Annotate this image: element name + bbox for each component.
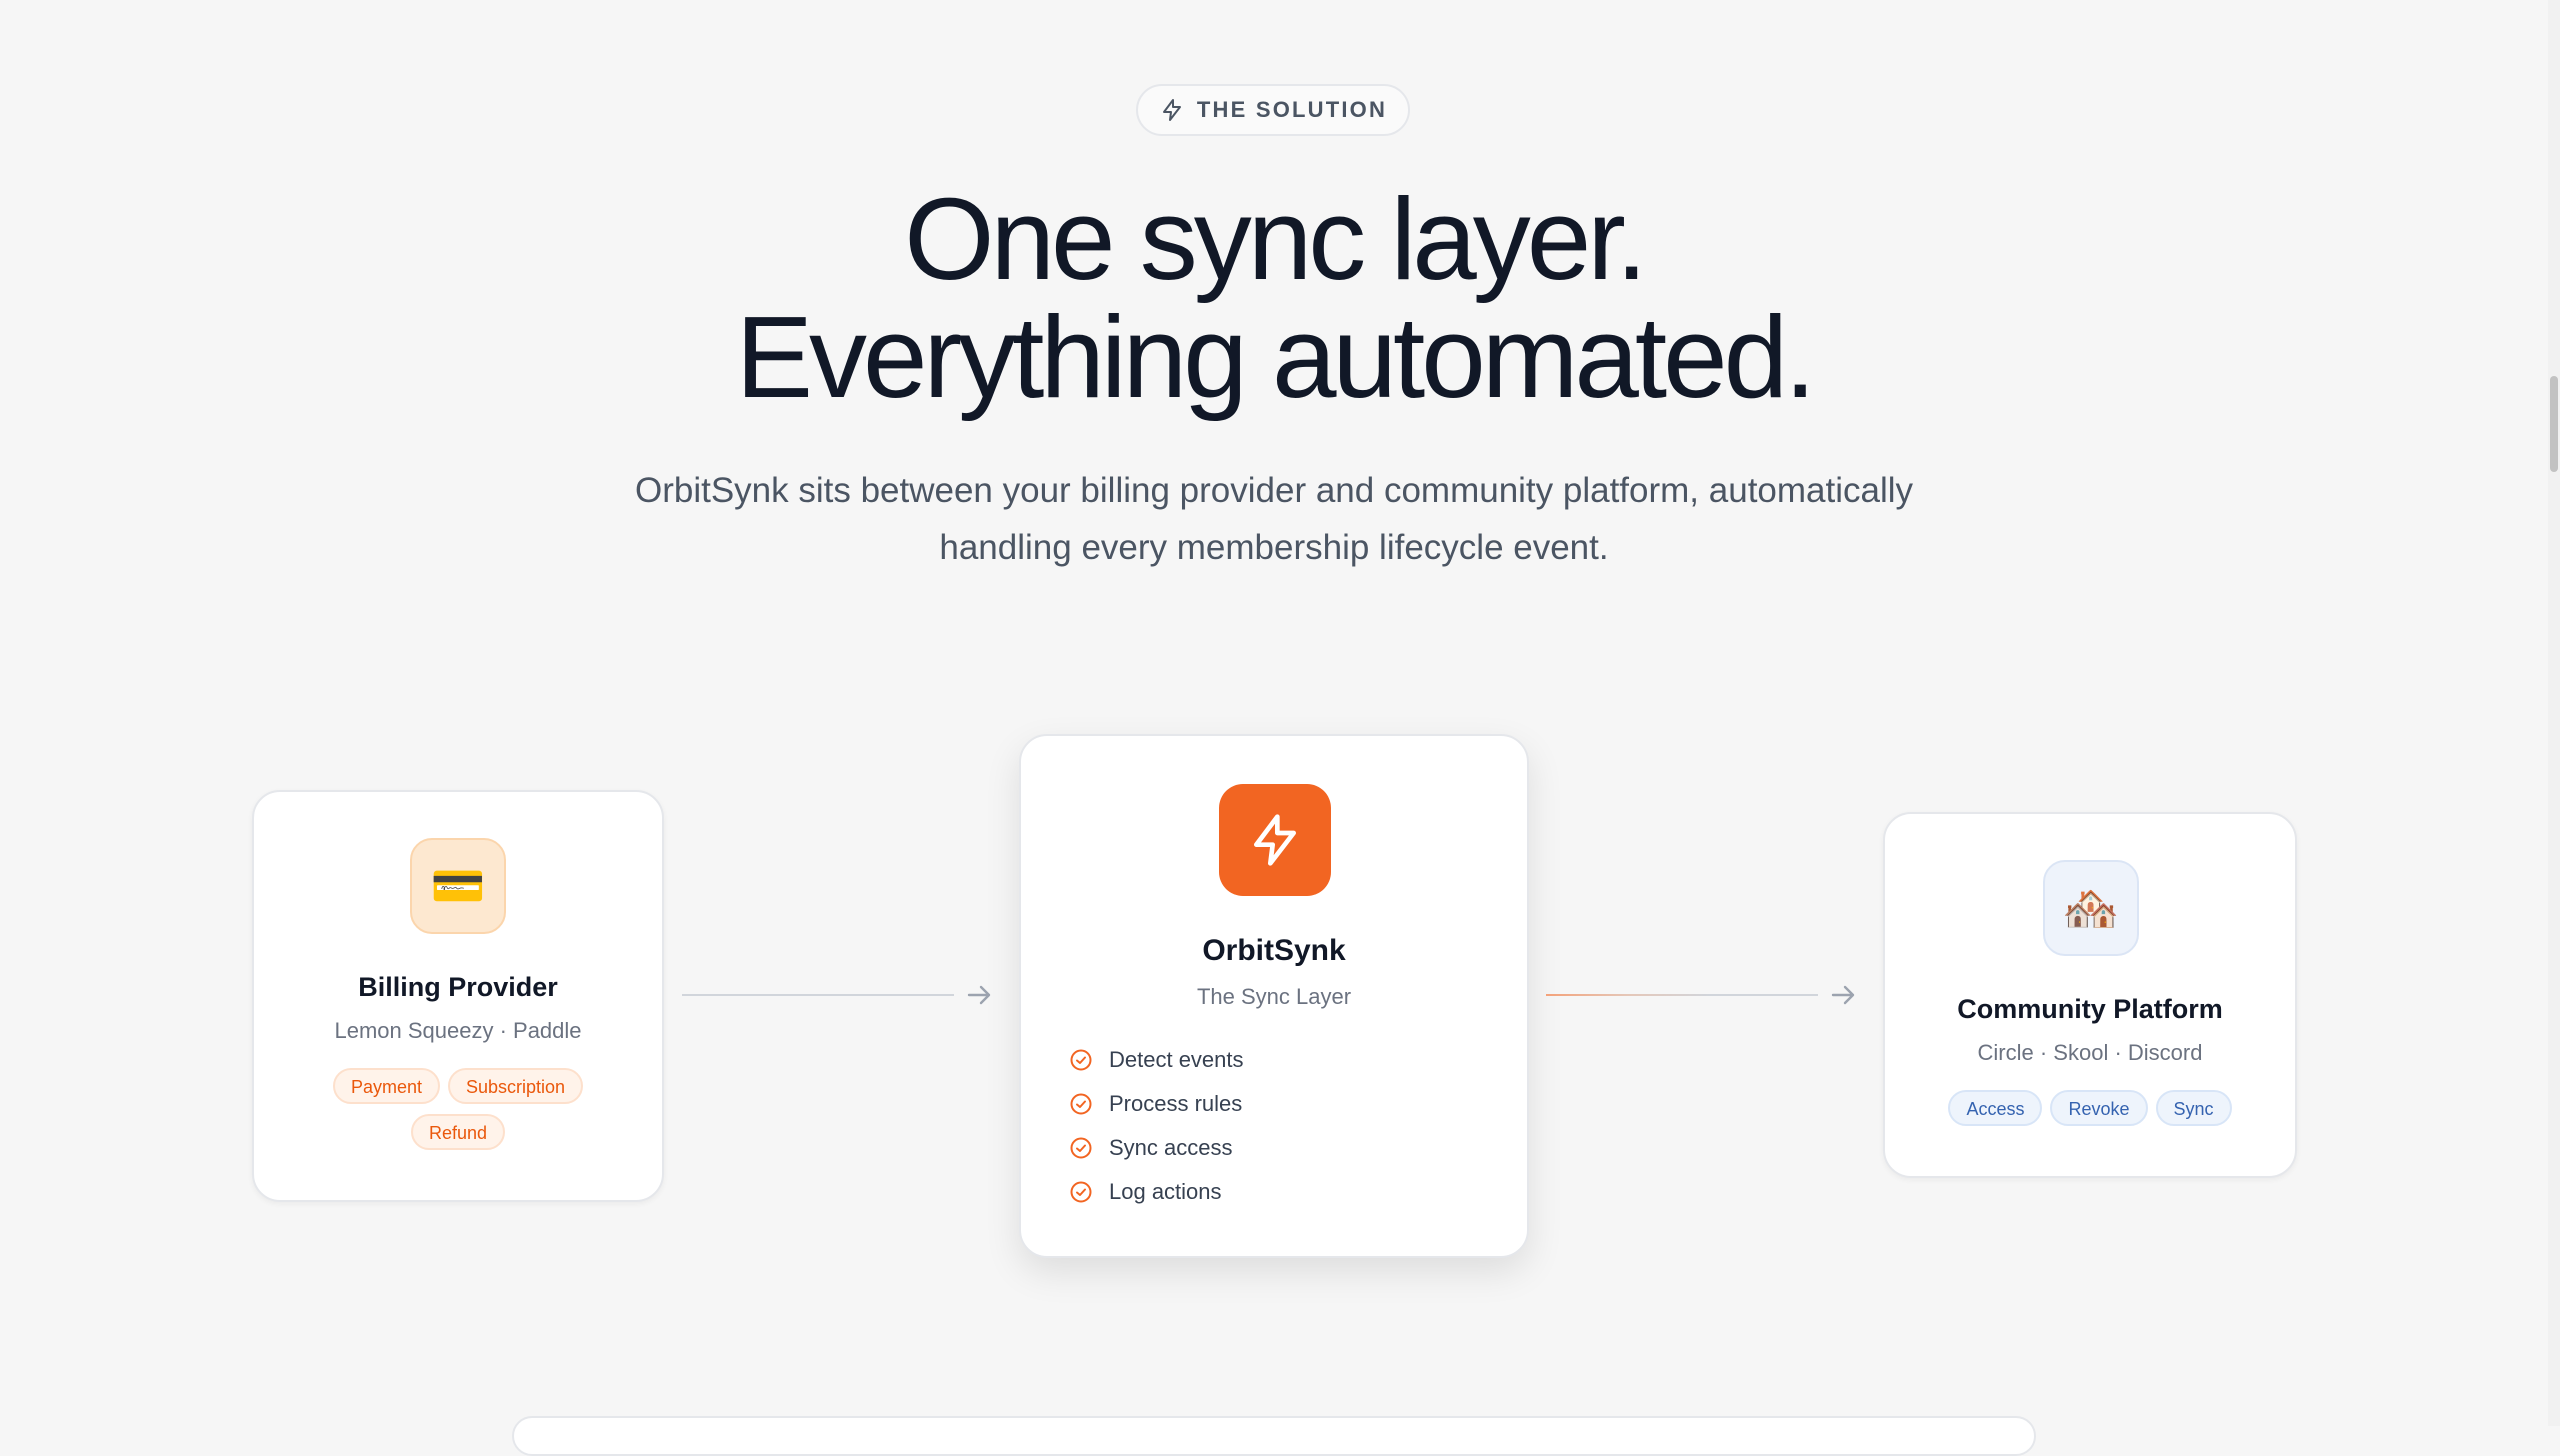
billing-subtitle: Lemon Squeezy · Paddle (334, 1018, 582, 1043)
orbit-steps: Detect events Process rules Sync access … (1069, 1038, 1244, 1214)
page-title: One sync layer. Everything automated. (0, 180, 2548, 416)
community-title: Community Platform (1957, 994, 2223, 1024)
tag-sync: Sync (2155, 1090, 2232, 1126)
badge-label: THE SOLUTION (1196, 97, 1388, 122)
check-circle-icon (1069, 1048, 1093, 1072)
community-tags: Access Revoke Sync (1885, 1090, 2295, 1126)
check-circle-icon (1069, 1136, 1093, 1160)
vertical-scrollbar[interactable] (2548, 0, 2560, 1426)
orbit-title: OrbitSynk (1202, 934, 1346, 967)
solution-section: THE SOLUTION One sync layer. Everything … (0, 0, 2548, 1456)
connector-orbit-to-community (1546, 980, 1860, 1010)
community-platform-card: 🏘️ Community Platform Circle · Skool · D… (1883, 812, 2297, 1178)
community-subtitle: Circle · Skool · Discord (1977, 1040, 2203, 1065)
tag-revoke: Revoke (2050, 1090, 2148, 1126)
connector-line (682, 994, 954, 996)
list-item: Sync access (1069, 1126, 1244, 1170)
title-line-2: Everything automated. (735, 292, 1817, 422)
connector-line (1546, 994, 1818, 996)
check-circle-icon (1069, 1092, 1093, 1116)
scrollbar-thumb[interactable] (2550, 376, 2558, 472)
next-section-card (512, 1416, 2036, 1456)
title-line-1: One sync layer. (904, 174, 1647, 304)
lightning-icon (1159, 97, 1185, 123)
page-subtitle: OrbitSynk sits between your billing prov… (634, 471, 1914, 567)
list-item: Process rules (1069, 1082, 1244, 1126)
credit-card-icon: 💳 (410, 838, 506, 934)
step-label: Sync access (1109, 1135, 1233, 1160)
step-label: Detect events (1109, 1047, 1244, 1072)
section-badge: THE SOLUTION (1136, 84, 1410, 136)
step-label: Log actions (1109, 1179, 1222, 1204)
tag-payment: Payment (332, 1068, 440, 1104)
arrow-right-icon (964, 980, 994, 1010)
tag-refund: Refund (410, 1114, 506, 1150)
house-icon: 🏘️ (2043, 860, 2139, 956)
billing-provider-card: 💳 Billing Provider Lemon Squeezy · Paddl… (252, 790, 664, 1202)
connector-billing-to-orbit (682, 980, 992, 1010)
tag-access: Access (1948, 1090, 2043, 1126)
arrow-right-icon (1828, 980, 1858, 1010)
orbit-subtitle: The Sync Layer (1196, 984, 1352, 1009)
list-item: Log actions (1069, 1170, 1244, 1214)
check-circle-icon (1069, 1180, 1093, 1204)
lightning-icon (1219, 784, 1331, 896)
billing-tags: Payment Subscription Refund (254, 1068, 662, 1150)
orbitsynk-card: OrbitSynk The Sync Layer Detect events P… (1019, 734, 1529, 1258)
tag-subscription: Subscription (447, 1068, 584, 1104)
billing-title: Billing Provider (358, 972, 558, 1002)
list-item: Detect events (1069, 1038, 1244, 1082)
step-label: Process rules (1109, 1091, 1243, 1116)
